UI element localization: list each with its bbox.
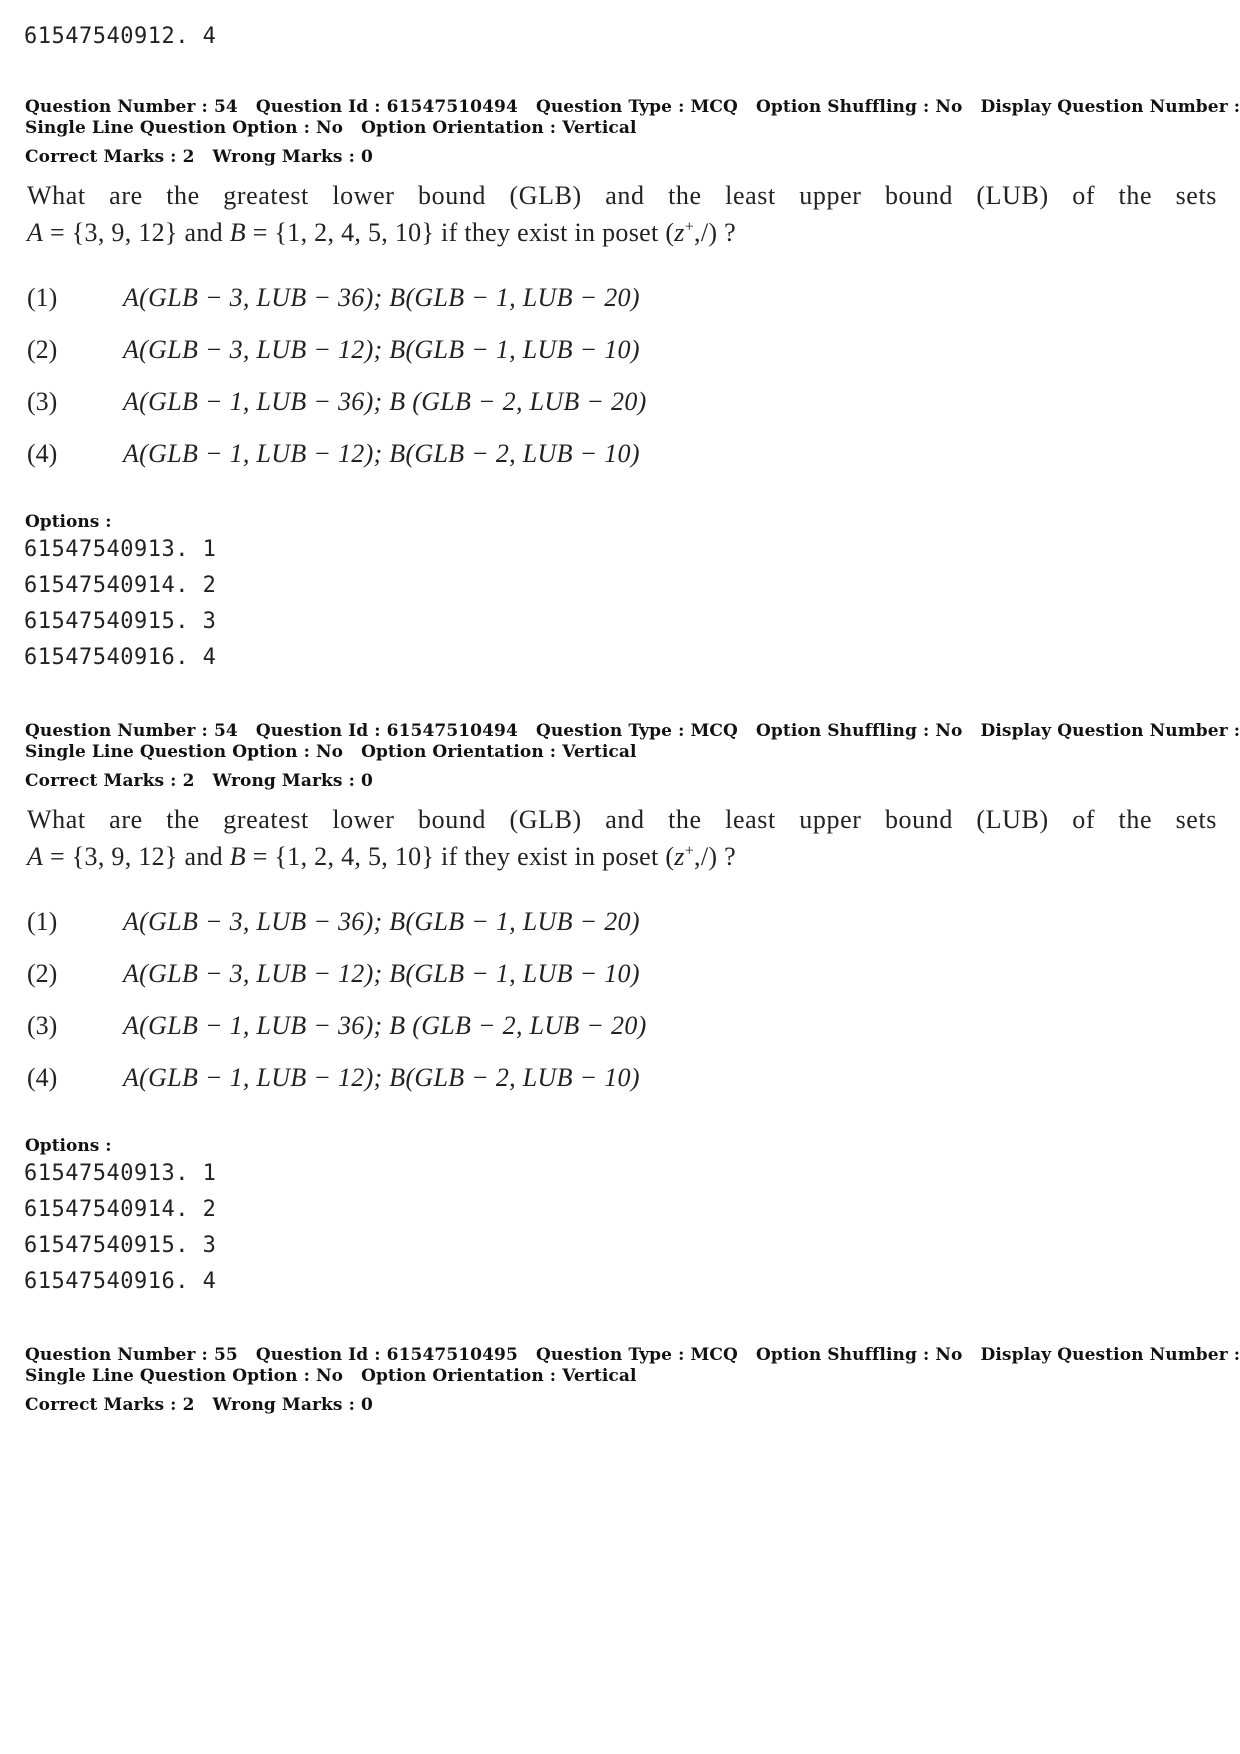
marks-line: Correct Marks : 2 Wrong Marks : 0 bbox=[25, 147, 385, 167]
set-b-values: = {1, 2, 4, 5, 10} if they exist in pose… bbox=[245, 218, 675, 247]
display-question-number: Display Question Number : Yes bbox=[980, 97, 1240, 117]
choice-row: (2) A(GLB − 3, LUB − 12); B(GLB − 1, LUB … bbox=[27, 335, 640, 365]
question-meta-line-2: Single Line Question Option : No Option … bbox=[25, 742, 649, 762]
choice-text: A(GLB − 1, LUB − 12); B(GLB − 2, LUB − 1… bbox=[123, 1063, 640, 1092]
choice-number: (1) bbox=[27, 283, 58, 312]
question-id: Question Id : 61547510495 bbox=[255, 1345, 518, 1365]
choice-text: A(GLB − 3, LUB − 12); B(GLB − 1, LUB − 1… bbox=[123, 335, 640, 364]
question-type: Question Type : MCQ bbox=[535, 97, 738, 117]
question-meta-line-1: Question Number : 54 Question Id : 61547… bbox=[25, 97, 1240, 117]
question-meta-line-2: Single Line Question Option : No Option … bbox=[25, 118, 649, 138]
option-id-line: 61547540914. 2 bbox=[24, 1197, 217, 1222]
question-type: Question Type : MCQ bbox=[535, 1345, 738, 1365]
choice-row: (1) A(GLB − 3, LUB − 36); B(GLB − 1, LUB … bbox=[27, 283, 640, 313]
question-text: What are the greatest lower bound (GLB) … bbox=[27, 805, 1217, 834]
choice-text: A(GLB − 1, LUB − 12); B(GLB − 2, LUB − 1… bbox=[123, 439, 640, 468]
correct-marks: Correct Marks : 2 bbox=[25, 1395, 195, 1415]
poset-plus: + bbox=[684, 218, 695, 236]
choice-row: (1) A(GLB − 3, LUB − 36); B(GLB − 1, LUB … bbox=[27, 907, 640, 937]
set-a-symbol: A bbox=[27, 218, 44, 247]
option-id-line: 61547540913. 1 bbox=[24, 537, 217, 562]
display-question-number: Display Question Number : Yes bbox=[980, 1345, 1240, 1365]
choice-text: A(GLB − 3, LUB − 36); B(GLB − 1, LUB − 2… bbox=[123, 283, 640, 312]
option-shuffling: Option Shuffling : No bbox=[755, 721, 963, 741]
option-id-line: 61547540912. 4 bbox=[24, 24, 217, 49]
options-label: Options : bbox=[25, 1136, 112, 1156]
choice-number: (1) bbox=[27, 907, 58, 936]
choice-text: A(GLB − 3, LUB − 12); B(GLB − 1, LUB − 1… bbox=[123, 959, 640, 988]
choice-number: (3) bbox=[27, 1011, 58, 1040]
choice-text: A(GLB − 1, LUB − 36); B (GLB − 2, LUB − … bbox=[123, 1011, 647, 1040]
set-b-values: = {1, 2, 4, 5, 10} if they exist in pose… bbox=[245, 842, 675, 871]
option-shuffling: Option Shuffling : No bbox=[755, 1345, 963, 1365]
wrong-marks: Wrong Marks : 0 bbox=[212, 1395, 373, 1415]
option-id-line: 61547540915. 3 bbox=[24, 609, 217, 634]
choice-row: (3) A(GLB − 1, LUB − 36); B (GLB − 2, LUB… bbox=[27, 387, 647, 417]
question-text-sets: A = {3, 9, 12} and B = {1, 2, 4, 5, 10} … bbox=[27, 842, 736, 872]
option-id-line: 61547540916. 4 bbox=[24, 645, 217, 670]
options-label: Options : bbox=[25, 512, 112, 532]
question-id: Question Id : 61547510494 bbox=[255, 721, 518, 741]
poset-rest: ,/) ? bbox=[694, 842, 736, 871]
question-text: What are the greatest lower bound (GLB) … bbox=[27, 181, 1217, 210]
single-line-question-option: Single Line Question Option : No bbox=[25, 742, 344, 762]
choice-text: A(GLB − 3, LUB − 36); B(GLB − 1, LUB − 2… bbox=[123, 907, 640, 936]
question-number: Question Number : 54 bbox=[25, 721, 238, 741]
question-number: Question Number : 54 bbox=[25, 97, 238, 117]
option-id-line: 61547540914. 2 bbox=[24, 573, 217, 598]
poset-z: z bbox=[674, 842, 685, 871]
question-text-sets: A = {3, 9, 12} and B = {1, 2, 4, 5, 10} … bbox=[27, 218, 736, 248]
set-b-symbol: B bbox=[229, 218, 246, 247]
choice-text: A(GLB − 1, LUB − 36); B (GLB − 2, LUB − … bbox=[123, 387, 647, 416]
set-a-values: = {3, 9, 12} and bbox=[43, 842, 230, 871]
option-shuffling: Option Shuffling : No bbox=[755, 97, 963, 117]
choice-row: (4) A(GLB − 1, LUB − 12); B(GLB − 2, LUB … bbox=[27, 1063, 640, 1093]
set-a-values: = {3, 9, 12} and bbox=[43, 218, 230, 247]
correct-marks: Correct Marks : 2 bbox=[25, 771, 195, 791]
option-orientation: Option Orientation : Vertical bbox=[361, 1366, 637, 1386]
option-id-line: 61547540915. 3 bbox=[24, 1233, 217, 1258]
question-number: Question Number : 55 bbox=[25, 1345, 238, 1365]
choice-row: (3) A(GLB − 1, LUB − 36); B (GLB − 2, LUB… bbox=[27, 1011, 647, 1041]
question-meta-line-2: Single Line Question Option : No Option … bbox=[25, 1366, 649, 1386]
poset-z: z bbox=[674, 218, 685, 247]
poset-rest: ,/) ? bbox=[694, 218, 736, 247]
document-page: 61547540912. 4 Question Number : 54 Ques… bbox=[0, 0, 1240, 1754]
set-a-symbol: A bbox=[27, 842, 44, 871]
single-line-question-option: Single Line Question Option : No bbox=[25, 118, 344, 138]
question-type: Question Type : MCQ bbox=[535, 721, 738, 741]
option-id-line: 61547540916. 4 bbox=[24, 1269, 217, 1294]
option-orientation: Option Orientation : Vertical bbox=[361, 118, 637, 138]
correct-marks: Correct Marks : 2 bbox=[25, 147, 195, 167]
set-b-symbol: B bbox=[229, 842, 246, 871]
choice-number: (4) bbox=[27, 1063, 58, 1092]
question-meta-line-1: Question Number : 55 Question Id : 61547… bbox=[25, 1345, 1240, 1365]
choice-number: (4) bbox=[27, 439, 58, 468]
choice-number: (2) bbox=[27, 335, 58, 364]
marks-line: Correct Marks : 2 Wrong Marks : 0 bbox=[25, 771, 385, 791]
option-id-line: 61547540913. 1 bbox=[24, 1161, 217, 1186]
poset-plus: + bbox=[684, 842, 695, 860]
option-orientation: Option Orientation : Vertical bbox=[361, 742, 637, 762]
choice-row: (2) A(GLB − 3, LUB − 12); B(GLB − 1, LUB … bbox=[27, 959, 640, 989]
question-id: Question Id : 61547510494 bbox=[255, 97, 518, 117]
wrong-marks: Wrong Marks : 0 bbox=[212, 771, 373, 791]
wrong-marks: Wrong Marks : 0 bbox=[212, 147, 373, 167]
single-line-question-option: Single Line Question Option : No bbox=[25, 1366, 344, 1386]
question-meta-line-1: Question Number : 54 Question Id : 61547… bbox=[25, 721, 1240, 741]
choice-row: (4) A(GLB − 1, LUB − 12); B(GLB − 2, LUB … bbox=[27, 439, 640, 469]
display-question-number: Display Question Number : Yes bbox=[980, 721, 1240, 741]
choice-number: (2) bbox=[27, 959, 58, 988]
choice-number: (3) bbox=[27, 387, 58, 416]
marks-line: Correct Marks : 2 Wrong Marks : 0 bbox=[25, 1395, 385, 1415]
